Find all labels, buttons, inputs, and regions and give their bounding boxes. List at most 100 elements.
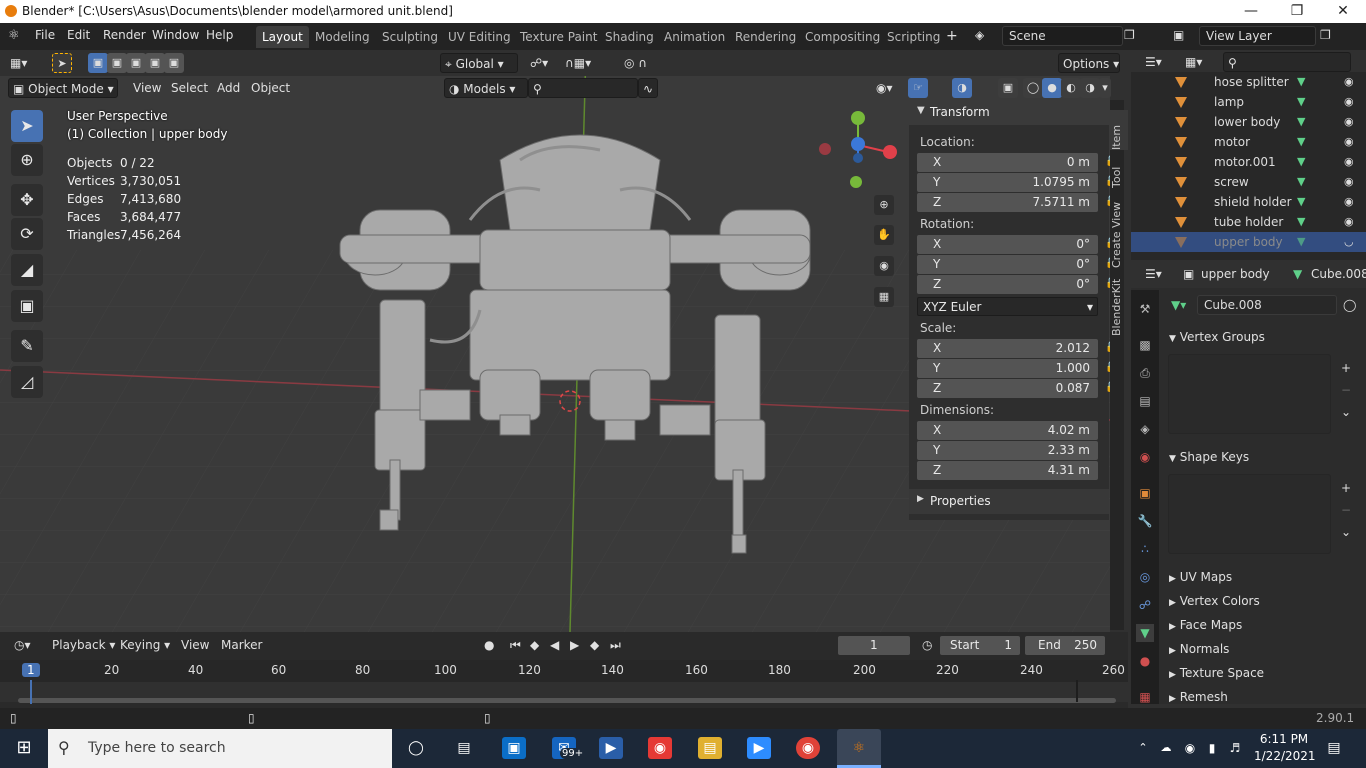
proportional-editing-icon[interactable]: ◎ ∩ — [620, 53, 651, 73]
tab-item[interactable]: Item — [1110, 110, 1128, 150]
tab-blenderkit[interactable]: BlenderKit — [1110, 276, 1128, 336]
file-explorer-icon[interactable]: ▤ — [698, 737, 722, 759]
record-icon[interactable]: ● — [480, 635, 498, 655]
menu-help[interactable]: Help — [206, 28, 233, 42]
marker-menu[interactable]: Marker — [217, 635, 266, 655]
store-icon[interactable]: ▣ — [502, 737, 526, 759]
keying-menu[interactable]: Keying ▾ — [116, 635, 174, 655]
mesh-data-icon[interactable]: ▼ — [1297, 172, 1305, 192]
eye-icon[interactable]: ◉ — [1344, 132, 1354, 152]
start-frame-field[interactable]: Start 1 — [940, 636, 1020, 655]
cortana-icon[interactable]: ◯ — [404, 737, 428, 759]
prev-keyframe-icon[interactable]: ◆ — [526, 635, 543, 655]
globe-icon[interactable]: ◉ — [1178, 737, 1202, 759]
particles-tab-icon[interactable]: ∴ — [1136, 540, 1154, 558]
options-dropdown[interactable]: Options ▾ — [1058, 53, 1120, 73]
blender-menu-icon[interactable]: ⚛ — [8, 28, 20, 43]
scene-field[interactable]: Scene — [1002, 26, 1123, 46]
current-frame-field[interactable]: 1 — [838, 636, 910, 655]
tab-rendering[interactable]: Rendering — [729, 26, 802, 48]
overlay-toggle-icon[interactable]: ◑ — [952, 78, 972, 98]
constraints-tab-icon[interactable]: ☍ — [1136, 596, 1154, 614]
scale-icon[interactable]: ◢ — [11, 254, 43, 286]
outliner-item[interactable]: tube holder ▼ ◉ — [1131, 212, 1366, 232]
collection-filter-dropdown[interactable]: ◑ Models ▾ — [444, 78, 528, 98]
viewport-search-input[interactable]: ⚲ — [528, 78, 638, 98]
outliner-item[interactable]: motor.001 ▼ ◉ — [1131, 152, 1366, 172]
playhead-frame-label[interactable]: 1 — [22, 663, 40, 677]
dimensions-y-field[interactable]: Y 2.33 m — [917, 441, 1098, 460]
eye-icon[interactable]: ◉ — [1344, 152, 1354, 172]
pivot-point-icon[interactable]: ☍▾ — [526, 53, 552, 73]
select-box-tool-icon[interactable]: ➤ — [52, 53, 72, 73]
section-shape-keys[interactable]: ▼ Shape Keys — [1169, 450, 1249, 464]
play-reverse-icon[interactable]: ◀ — [546, 635, 563, 655]
transform-icon[interactable]: ▣ — [11, 290, 43, 322]
scale-z-field[interactable]: Z 0.087 — [917, 379, 1098, 398]
tab-animation[interactable]: Animation — [658, 26, 731, 48]
camera-view-icon[interactable]: ◉ — [874, 256, 894, 276]
rotation-z-field[interactable]: Z 0° — [917, 275, 1098, 294]
mesh-data-icon[interactable]: ▼ — [1297, 192, 1305, 212]
gizmo-toggle-icon[interactable]: ☞ — [908, 78, 928, 98]
eye-icon[interactable]: ◉ — [1344, 72, 1354, 92]
eye-icon[interactable]: ◉ — [1344, 92, 1354, 112]
tab-layout[interactable]: Layout — [256, 26, 309, 48]
tab-texture-paint[interactable]: Texture Paint — [514, 26, 603, 48]
add-shape-key-button[interactable]: + — [1337, 478, 1355, 498]
material-tab-icon[interactable]: ● — [1136, 652, 1154, 670]
wireframe-shading-icon[interactable]: ◯ — [1023, 78, 1043, 98]
select-mode-intersect-icon[interactable]: ▣ — [145, 53, 165, 73]
timeline-view-menu[interactable]: View — [177, 635, 213, 655]
preview-range-icon[interactable]: ◷ — [918, 635, 936, 655]
taskbar-search[interactable]: ⚲ Type here to search — [48, 729, 392, 768]
cursor-icon[interactable]: ⊕ — [11, 144, 43, 176]
eye-icon[interactable]: ◉ — [1344, 212, 1354, 232]
section-vertex-colors[interactable]: ▶ Vertex Colors — [1169, 594, 1260, 608]
mesh-datablock-icon[interactable]: ▼▾ — [1167, 295, 1190, 315]
outliner-item[interactable]: hose splitter ▼ ◉ — [1131, 72, 1366, 92]
remove-vertex-group-button[interactable]: − — [1337, 380, 1355, 400]
menu-object[interactable]: Object — [247, 78, 294, 98]
snap-icon[interactable]: ∩▦▾ — [561, 53, 595, 73]
select-box-icon[interactable]: ➤ — [11, 110, 43, 142]
outliner-item[interactable]: lower body ▼ ◉ — [1131, 112, 1366, 132]
jump-end-icon[interactable]: ⏭ — [606, 635, 625, 655]
perspective-grid-icon[interactable]: ▦ — [874, 287, 894, 307]
location-z-field[interactable]: Z 7.5711 m — [917, 193, 1098, 212]
texture-tab-icon[interactable]: ▦ — [1136, 688, 1154, 706]
tab-uv-editing[interactable]: UV Editing — [442, 26, 517, 48]
select-mode-subtract-icon[interactable]: ▣ — [126, 53, 146, 73]
scale-y-field[interactable]: Y 1.000 — [917, 359, 1098, 378]
video-app-icon[interactable]: ▶ — [599, 737, 623, 759]
filter-clear-icon[interactable]: ∿ — [638, 78, 658, 98]
task-view-icon[interactable]: ▤ — [452, 737, 476, 759]
outliner-item[interactable]: shield holder ▼ ◉ — [1131, 192, 1366, 212]
tab-create[interactable]: Create — [1110, 228, 1128, 268]
minimize-button[interactable]: — — [1228, 0, 1274, 23]
outliner-editor-type-icon[interactable]: ☰▾ — [1141, 52, 1166, 72]
timeline-scrollbar[interactable] — [18, 698, 1116, 703]
mesh-name-field[interactable]: Cube.008 — [1197, 295, 1337, 315]
zoom-app-icon[interactable]: ▶ — [747, 737, 771, 759]
mesh-data-icon[interactable]: ▼ — [1297, 132, 1305, 152]
add-workspace-button[interactable]: + — [946, 28, 958, 44]
tab-tool[interactable]: Tool — [1110, 152, 1128, 188]
rotation-x-field[interactable]: X 0° — [917, 235, 1098, 254]
solid-shading-icon[interactable]: ● — [1042, 78, 1062, 98]
properties-editor-type-icon[interactable]: ☰▾ — [1141, 264, 1166, 284]
eye-icon[interactable]: ◉ — [1344, 112, 1354, 132]
rotate-icon[interactable]: ⟳ — [11, 218, 43, 250]
tab-scripting[interactable]: Scripting — [881, 26, 946, 48]
notifications-icon[interactable]: ▤ — [1322, 737, 1346, 759]
scale-x-field[interactable]: X 2.012 — [917, 339, 1098, 358]
menu-render[interactable]: Render — [103, 28, 146, 42]
outliner-item-selected[interactable]: upper body ▼ ◡ — [1131, 232, 1366, 252]
windows-start-icon[interactable]: ⊞ — [12, 737, 36, 759]
battery-icon[interactable]: ▮ — [1200, 737, 1224, 759]
volume-icon[interactable]: ♬ — [1223, 737, 1247, 759]
chrome-icon[interactable]: ◉ — [796, 737, 820, 759]
output-tab-icon[interactable]: ⎙ — [1136, 364, 1154, 382]
properties-panel-header[interactable]: ▶ Properties — [909, 489, 1109, 514]
close-button[interactable]: ✕ — [1320, 0, 1366, 23]
